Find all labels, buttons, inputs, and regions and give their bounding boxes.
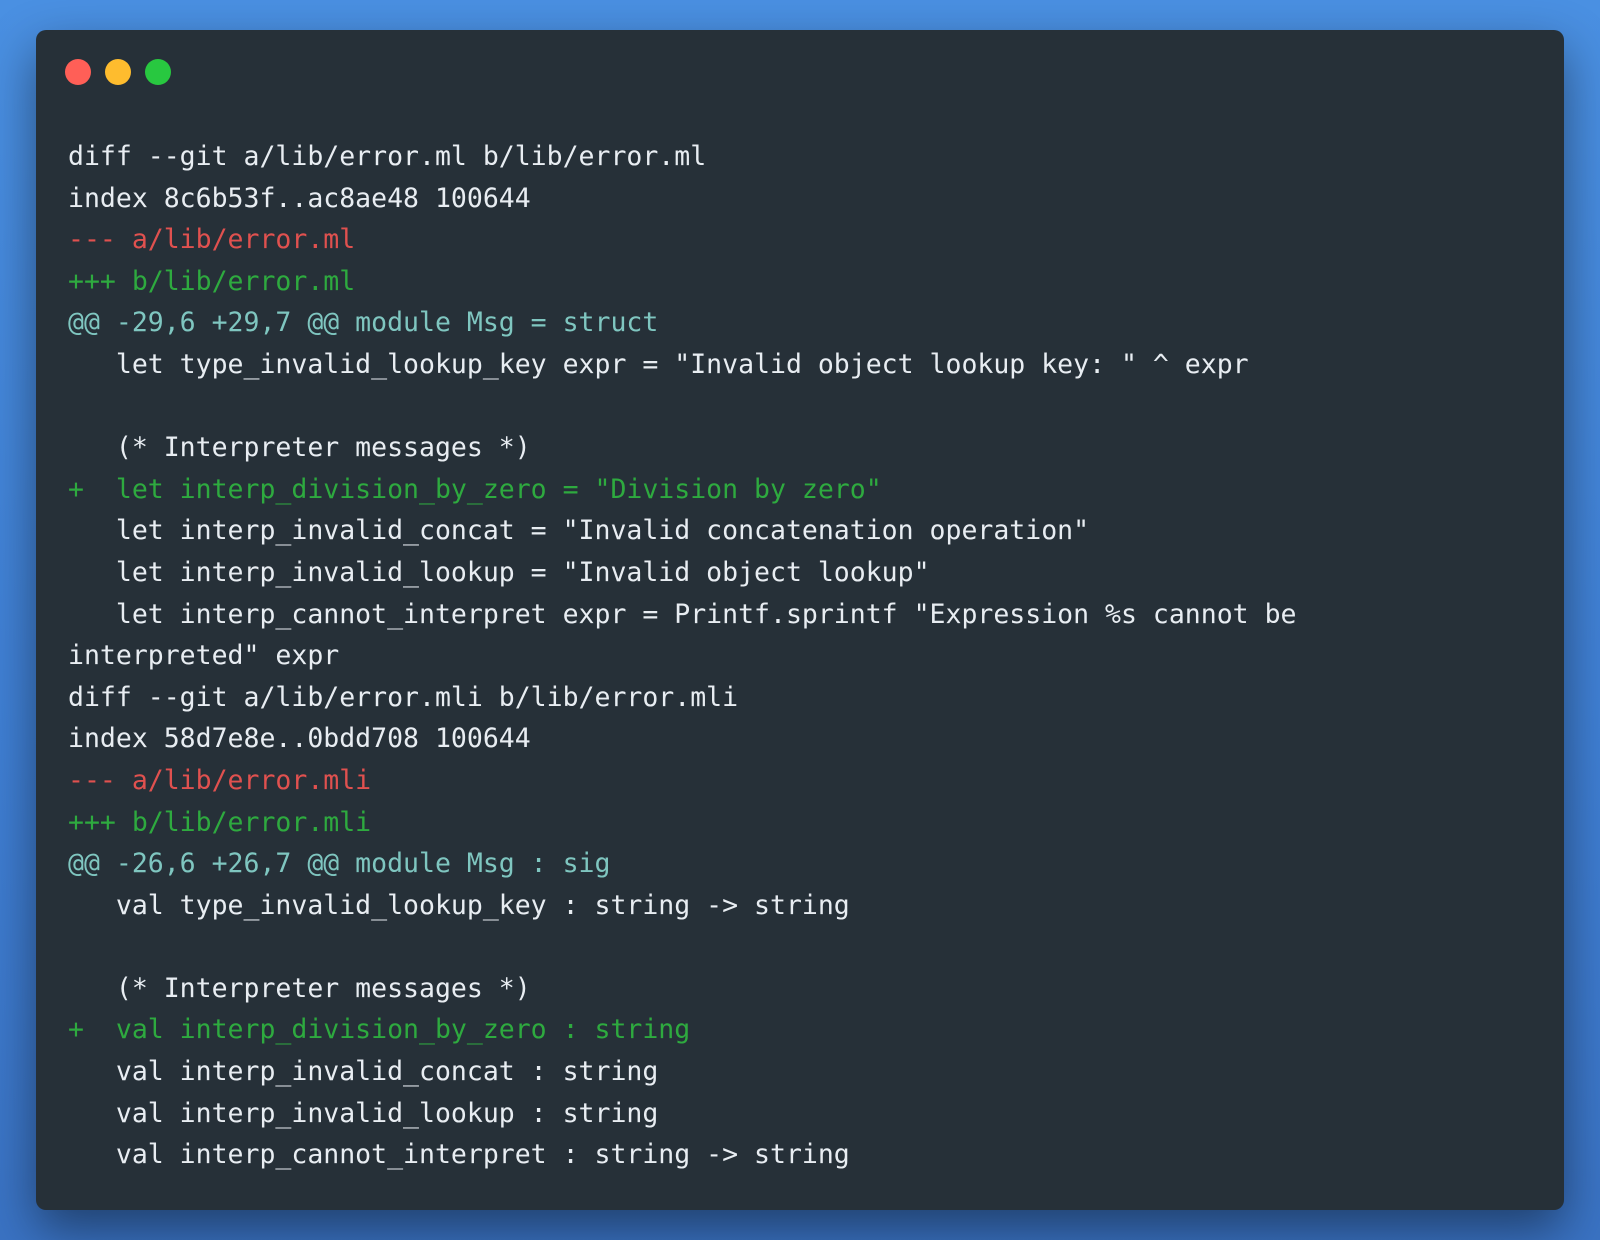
diff-line: let interp_invalid_lookup = "Invalid obj… — [68, 556, 930, 588]
diff-line: --- a/lib/error.ml — [68, 224, 356, 256]
diff-line: (* Interpreter messages *) — [68, 432, 531, 464]
diff-line: diff --git a/lib/error.ml b/lib/error.ml — [68, 141, 707, 172]
diff-code-block: diff --git a/lib/error.ml b/lib/error.ml… — [68, 136, 1538, 1176]
close-button[interactable] — [65, 59, 91, 85]
diff-line: index 8c6b53f..ac8ae48 100644 — [68, 182, 531, 214]
diff-line: let interp_cannot_interpret expr = Print… — [68, 598, 1297, 630]
diff-line: let interp_invalid_concat = "Invalid con… — [68, 515, 1090, 547]
diff-line: let type_invalid_lookup_key expr = "Inva… — [68, 348, 1249, 380]
diff-line: +++ b/lib/error.ml — [68, 265, 356, 297]
diff-line: index 58d7e8e..0bdd708 100644 — [68, 723, 531, 755]
diff-line: @@ -26,6 +26,7 @@ module Msg : sig — [68, 848, 611, 880]
window-controls — [65, 59, 171, 85]
terminal-window: diff --git a/lib/error.ml b/lib/error.ml… — [36, 30, 1564, 1210]
diff-line: +++ b/lib/error.mli — [68, 806, 372, 838]
diff-line: interpreted" expr — [68, 640, 340, 672]
diff-line — [68, 386, 1538, 428]
zoom-button[interactable] — [145, 59, 171, 85]
diff-line: diff --git a/lib/error.mli b/lib/error.m… — [68, 681, 739, 713]
diff-line: + let interp_division_by_zero = "Divisio… — [68, 473, 882, 505]
diff-line: val interp_invalid_lookup : string — [68, 1097, 659, 1129]
diff-line: val type_invalid_lookup_key : string -> … — [68, 889, 850, 921]
diff-line — [68, 926, 1538, 968]
diff-line: --- a/lib/error.mli — [68, 764, 372, 796]
diff-line: val interp_cannot_interpret : string -> … — [68, 1139, 850, 1171]
minimize-button[interactable] — [105, 59, 131, 85]
diff-line: val interp_invalid_concat : string — [68, 1056, 659, 1088]
diff-line: (* Interpreter messages *) — [68, 972, 531, 1004]
diff-line: @@ -29,6 +29,7 @@ module Msg = struct — [68, 307, 659, 339]
diff-line: + val interp_division_by_zero : string — [68, 1014, 691, 1046]
